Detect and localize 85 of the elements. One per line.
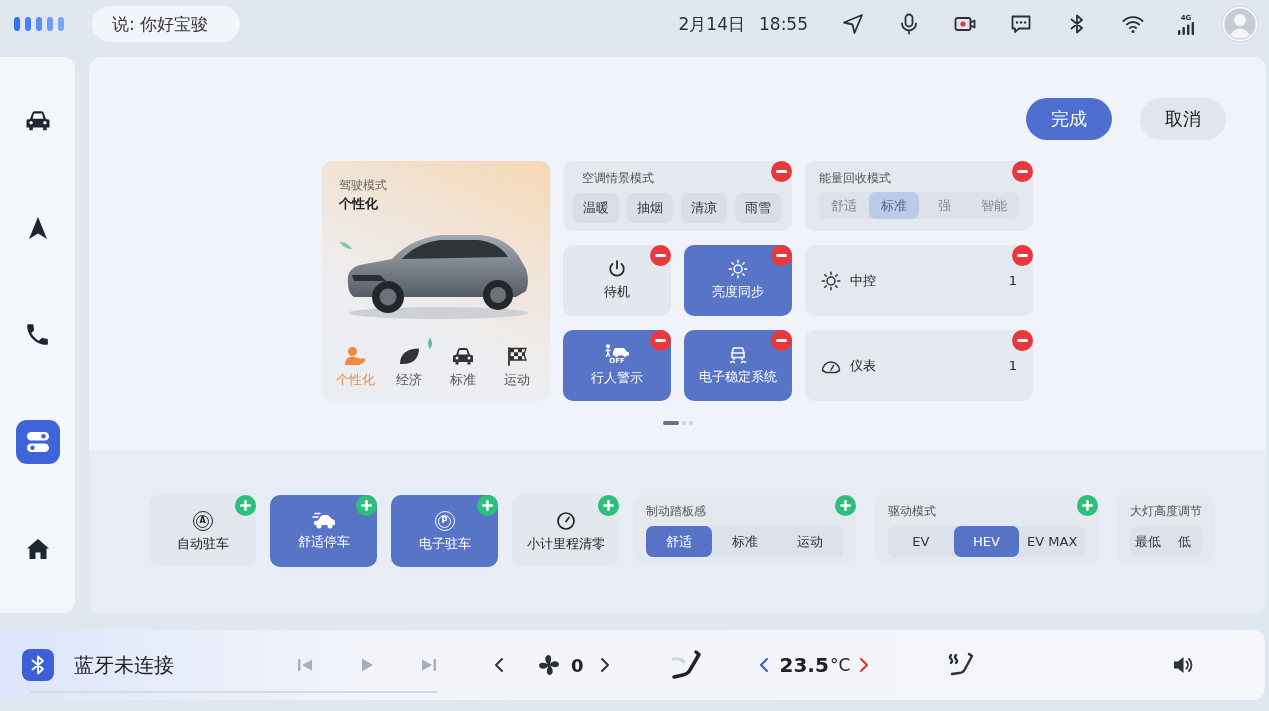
add-icon[interactable] (356, 495, 377, 516)
add-icon[interactable] (235, 495, 256, 516)
tile-label: 中控 (850, 271, 876, 290)
drive-mode-option[interactable]: 标准 (436, 346, 490, 388)
segment-option[interactable]: EV (888, 526, 954, 557)
card-title: 驾驶模式 (339, 177, 387, 193)
chevron-left-icon[interactable] (494, 657, 504, 673)
remove-icon[interactable] (1012, 245, 1033, 266)
chevron-left-icon[interactable] (758, 657, 769, 673)
option-button[interactable]: 雨雪 (735, 193, 781, 223)
home-icon (25, 537, 50, 560)
option-button[interactable]: 清凉 (681, 193, 727, 223)
wifi-icon (1122, 13, 1144, 35)
toggle-tile[interactable]: 舒适停车 (270, 495, 377, 567)
segment-option[interactable]: 标准 (711, 526, 778, 557)
car-skid-icon (728, 344, 748, 364)
car-icon (24, 109, 51, 132)
sun-icon (821, 270, 841, 291)
voice-wave-icon (14, 17, 64, 31)
phone-icon (26, 323, 49, 346)
toggle-tile[interactable]: 电子稳定系统 (684, 330, 792, 401)
message-icon (1010, 13, 1032, 35)
cellular-signal-icon (1178, 21, 1194, 35)
drive-mode-option[interactable]: 运动 (490, 346, 544, 388)
tile-value: 1 (1008, 358, 1017, 373)
power-icon (607, 259, 627, 279)
microphone-icon (898, 13, 920, 35)
toggles-icon (25, 430, 50, 453)
clock-time: 18:55 (759, 14, 808, 34)
temperature-unit: °C (829, 655, 851, 675)
tile-value: 1 (1008, 273, 1017, 288)
toggle-tile[interactable]: 待机 (563, 245, 671, 316)
bluetooth-status: 蓝牙未连接 (74, 651, 174, 679)
car-icon (452, 346, 474, 366)
leaf-icon (426, 337, 434, 350)
add-icon[interactable] (835, 495, 856, 516)
add-icon[interactable] (598, 495, 619, 516)
drive-mode-value: 个性化 (339, 195, 378, 213)
segment-option[interactable]: 低 (1166, 526, 1202, 557)
toggle-tile[interactable]: P 电子驻车 (391, 495, 498, 567)
remove-icon[interactable] (771, 330, 792, 351)
cancel-button[interactable]: 取消 (1140, 98, 1226, 140)
remove-icon[interactable] (771, 161, 792, 182)
toggle-tile[interactable]: 亮度同步 (684, 245, 792, 316)
sun-icon (728, 259, 748, 279)
leaf-icon (398, 346, 420, 366)
navigation-icon (27, 215, 48, 240)
fan-icon (537, 653, 561, 677)
toggle-tile[interactable]: 小计里程清零 (512, 495, 619, 567)
card-title: 制动踏板感 (646, 503, 707, 520)
car-icon (311, 511, 336, 529)
remove-icon[interactable] (1012, 330, 1033, 351)
navigation-icon (842, 13, 864, 35)
segment-option[interactable]: 最低 (1130, 526, 1166, 557)
leaf-icon (339, 241, 353, 250)
card-title: 大灯高度调节 (1130, 503, 1202, 520)
voice-hint: 说: 你好宝骏 (92, 6, 240, 42)
chevron-right-icon[interactable] (599, 657, 610, 673)
segment-option[interactable]: 舒适 (646, 526, 712, 557)
done-button[interactable]: 完成 (1026, 98, 1112, 140)
gauge-icon (555, 511, 576, 531)
date-text: 2月14日 (678, 12, 745, 36)
card-title: 驱动模式 (888, 503, 937, 520)
drive-mode-option[interactable]: 经济 (382, 346, 436, 388)
tile-label: 仪表 (850, 356, 876, 375)
segment-option[interactable]: 运动 (777, 526, 843, 557)
person-icon (344, 346, 366, 366)
segment-option[interactable]: HEV (953, 526, 1020, 557)
fan-speed: 0 (571, 654, 584, 676)
remove-icon[interactable] (771, 245, 792, 266)
temperature-value: 23.5 (779, 653, 829, 677)
remove-icon[interactable] (650, 330, 671, 351)
card-title: 能量回收模式 (819, 170, 892, 187)
pedestrian-car-icon (604, 344, 630, 357)
checkered-flag-icon (506, 346, 528, 366)
bluetooth-icon (22, 649, 54, 681)
toggle-tile[interactable]: A 自动驻车 (149, 495, 256, 567)
add-icon[interactable] (1077, 495, 1098, 516)
add-icon[interactable] (477, 495, 498, 516)
remove-icon[interactable] (650, 245, 671, 266)
option-button[interactable]: 温暖 (573, 193, 619, 223)
seat-recline-icon[interactable] (669, 649, 702, 681)
segment-option[interactable]: EV MAX (1019, 526, 1085, 557)
card-title: 空调情景模式 (581, 170, 655, 187)
option-button[interactable]: 抽烟 (627, 193, 673, 223)
